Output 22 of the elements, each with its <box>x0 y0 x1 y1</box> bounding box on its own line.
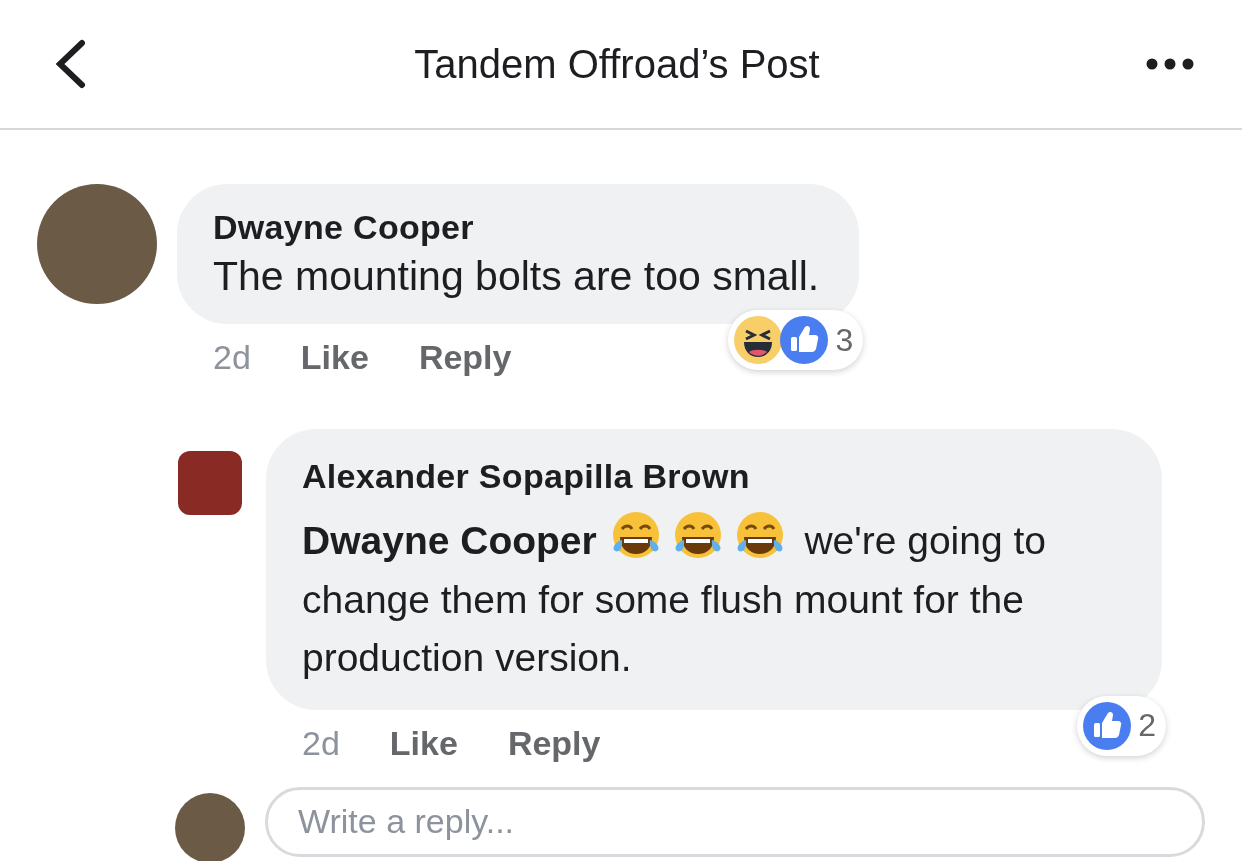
thumbs-up-icon <box>1082 700 1133 751</box>
more-options-icon[interactable] <box>1146 58 1194 70</box>
avatar-photo[interactable] <box>178 451 242 516</box>
comment-author[interactable]: Dwayne Cooper <box>213 208 820 247</box>
reply-input[interactable]: Write a reply... <box>265 786 1205 857</box>
comment-time: 2d <box>213 338 251 378</box>
comment-text: Dwayne Cooper we're going to change them for some flush mount for the production version. <box>302 510 1122 688</box>
action-link[interactable]: Reply <box>418 338 512 378</box>
reaction-count: 2 <box>1138 707 1156 745</box>
action-link[interactable]: Reply <box>507 723 601 763</box>
comment-text: The mounting bolts are too small. <box>213 252 820 301</box>
comment-author[interactable]: Alexander Sopapilla Brown <box>302 457 1122 497</box>
reactions-badge[interactable]: 2 <box>1077 695 1166 756</box>
thumbs-up-icon <box>779 315 830 366</box>
action-link[interactable]: Like <box>389 723 458 763</box>
mention-link[interactable]: Dwayne Cooper <box>302 519 597 563</box>
reaction-count: 3 <box>835 321 854 359</box>
reactions-badge[interactable]: 3 <box>728 310 864 371</box>
comment-time: 2d <box>302 723 340 763</box>
laughing-face-icon <box>733 315 784 366</box>
action-link[interactable]: Like <box>300 338 369 378</box>
post-title: Tandem Offroad’s Post <box>414 41 820 87</box>
